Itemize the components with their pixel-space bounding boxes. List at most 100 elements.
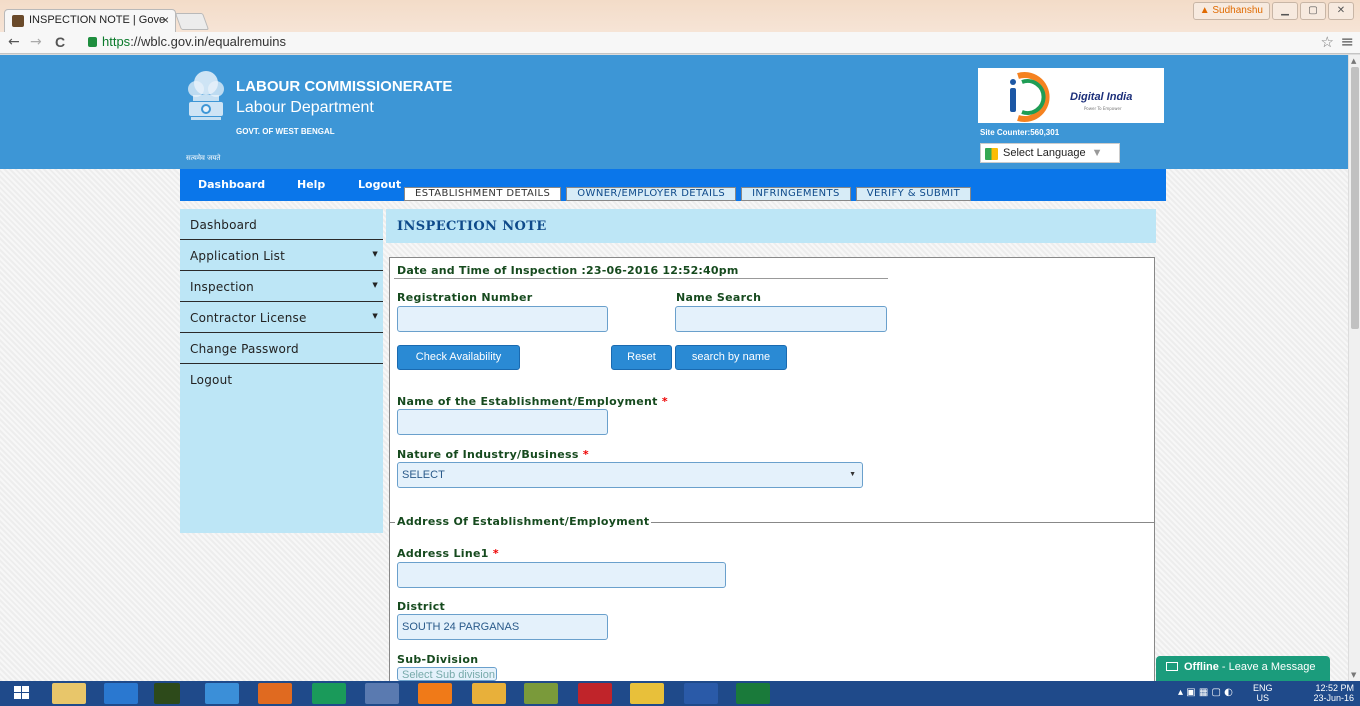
main-header: INSPECTION NOTE (386, 209, 1156, 243)
registration-number-input[interactable] (397, 306, 608, 332)
forward-icon[interactable]: → (30, 34, 42, 50)
window-controls: ▲ Sudhanshu ▁ ▢ ✕ (1192, 2, 1354, 20)
caret-down-icon: ▼ (372, 281, 378, 289)
excel-icon[interactable] (736, 683, 770, 704)
sidebar-item-change-password[interactable]: Change Password (180, 333, 383, 364)
firefox-icon[interactable] (258, 683, 292, 704)
filezilla-icon[interactable] (578, 683, 612, 704)
database-icon[interactable] (524, 683, 558, 704)
sidebar-item-label: Contractor License (190, 311, 307, 325)
industry-select-value: SELECT (402, 469, 445, 481)
windows-start-icon[interactable] (14, 686, 30, 700)
browser-tab-bar: INSPECTION NOTE | Gove × ▲ Sudhanshu ▁ ▢… (0, 0, 1360, 32)
nav-dashboard[interactable]: Dashboard (198, 178, 265, 191)
chat-message: - Leave a Message (1218, 661, 1316, 673)
industry-label: Nature of Industry/Business * (397, 448, 589, 461)
url-path: ://wblc.gov.in/equalremuins (130, 34, 287, 49)
close-tab-icon[interactable]: × (162, 13, 169, 27)
chevron-down-icon: ▼ (849, 471, 856, 478)
required-mark: * (492, 547, 499, 560)
industry-select[interactable]: SELECT ▼ (397, 462, 863, 488)
header-motto: सत्यमेव जयते (186, 154, 221, 162)
envelope-icon (1166, 662, 1178, 671)
sidebar-item-label: Dashboard (190, 218, 257, 232)
scroll-up-icon[interactable]: ▲ (1351, 57, 1356, 65)
sidebar-item-label: Change Password (190, 342, 299, 356)
app-icon[interactable] (472, 683, 506, 704)
chat-widget[interactable]: Offline - Leave a Message (1156, 656, 1330, 681)
datetime-divider (394, 278, 888, 279)
clock[interactable]: 12:52 PM 23-Jun-16 (1313, 683, 1354, 703)
close-window-button[interactable]: ✕ (1328, 2, 1354, 20)
reload-icon[interactable]: C (55, 34, 65, 50)
sidebar-item-label: Application List (190, 249, 286, 263)
address-line1-input[interactable] (397, 562, 726, 588)
sidebar-item-logout[interactable]: Logout (180, 364, 383, 395)
nav-logout[interactable]: Logout (358, 178, 401, 191)
tab-establishment-details[interactable]: ESTABLISHMENT DETAILS (404, 187, 562, 201)
profile-button[interactable]: ▲ Sudhanshu (1192, 2, 1270, 20)
tab-owner-employer-details[interactable]: OWNER/EMPLOYER DETAILS (566, 187, 737, 201)
word-icon[interactable] (684, 683, 718, 704)
establishment-name-label-text: Name of the Establishment/Employment (397, 395, 658, 408)
page-title: INSPECTION NOTE (397, 219, 547, 234)
nav-help[interactable]: Help (297, 178, 325, 191)
scrollbar-thumb[interactable] (1351, 67, 1359, 329)
system-tray-icons[interactable]: ▴ ▣ ▦ ▢ ◐ (1178, 687, 1233, 698)
browser-tab[interactable]: INSPECTION NOTE | Gove × (4, 9, 176, 32)
district-input[interactable]: SOUTH 24 PARGANAS (397, 614, 608, 640)
chrome-icon[interactable] (205, 683, 239, 704)
sidebar-item-application-list[interactable]: Application List ▼ (180, 240, 383, 271)
establishment-name-label: Name of the Establishment/Employment * (397, 395, 668, 408)
clock-date: 23-Jun-16 (1313, 693, 1354, 703)
search-by-name-button[interactable]: search by name (675, 345, 787, 370)
browser-menu-icon[interactable]: ≡ (1341, 32, 1354, 51)
network-app-icon[interactable] (365, 683, 399, 704)
sub-division-select-value: Select Sub division (402, 669, 495, 681)
address-line1-label-text: Address Line1 (397, 547, 489, 560)
bookmark-star-icon[interactable]: ☆ (1321, 33, 1334, 51)
sidebar: Dashboard Application List ▼ Inspection ▼ … (180, 209, 383, 533)
name-search-input[interactable] (675, 306, 887, 332)
sidebar-item-contractor-license[interactable]: Contractor License ▼ (180, 302, 383, 333)
new-tab-button[interactable] (174, 13, 210, 30)
warning-icon: ▲ (1199, 5, 1210, 16)
site-header: LABOUR COMMISSIONERATE Labour Department… (0, 55, 1348, 169)
sidebar-item-label: Inspection (190, 280, 254, 294)
form-tabs: ESTABLISHMENT DETAILS OWNER/EMPLOYER DET… (404, 187, 972, 201)
registration-number-label: Registration Number (397, 291, 533, 304)
minimize-button[interactable]: ▁ (1272, 2, 1298, 20)
sidebar-item-label: Logout (190, 373, 233, 387)
tab-infringements[interactable]: INFRINGEMENTS (741, 187, 851, 201)
establishment-name-input[interactable] (397, 409, 608, 435)
xampp-icon[interactable] (418, 683, 452, 704)
reset-button[interactable]: Reset (611, 345, 672, 370)
store-icon[interactable] (312, 683, 346, 704)
url-field[interactable]: https://wblc.gov.in/equalremuins (88, 34, 286, 49)
page-scrollbar[interactable]: ▲ ▼ (1348, 55, 1360, 681)
file-explorer-icon[interactable] (52, 683, 86, 704)
header-title: LABOUR COMMISSIONERATE (236, 78, 453, 95)
sub-division-select[interactable]: Select Sub division (397, 667, 497, 681)
check-availability-button[interactable]: Check Availability (397, 345, 520, 370)
address-line1-label: Address Line1 * (397, 547, 499, 560)
input-language[interactable]: ENG US (1253, 683, 1273, 703)
emblem-icon (12, 15, 24, 27)
back-icon[interactable]: ← (8, 34, 20, 50)
sidebar-item-dashboard[interactable]: Dashboard (180, 209, 383, 240)
language-dropdown-icon: ▼ (1091, 147, 1103, 159)
inspection-datetime: Date and Time of Inspection :23-06-2016 … (397, 264, 739, 277)
maximize-button[interactable]: ▢ (1300, 2, 1326, 20)
digital-india-tagline: Power To Empower (1084, 106, 1122, 111)
site-counter: Site Counter:560,301 (980, 128, 1060, 137)
language-select[interactable]: Select Language ▼ (980, 143, 1120, 163)
scroll-down-icon[interactable]: ▼ (1351, 671, 1356, 679)
sub-division-label: Sub-Division (397, 653, 479, 666)
browser-tab-title: INSPECTION NOTE | Gove (29, 14, 166, 26)
chat-status: Offline (1184, 661, 1219, 673)
folder-icon[interactable] (630, 683, 664, 704)
tab-verify-submit[interactable]: VERIFY & SUBMIT (855, 187, 972, 201)
internet-explorer-icon[interactable] (104, 683, 138, 704)
sidebar-item-inspection[interactable]: Inspection ▼ (180, 271, 383, 302)
dreamweaver-icon[interactable] (154, 683, 180, 704)
